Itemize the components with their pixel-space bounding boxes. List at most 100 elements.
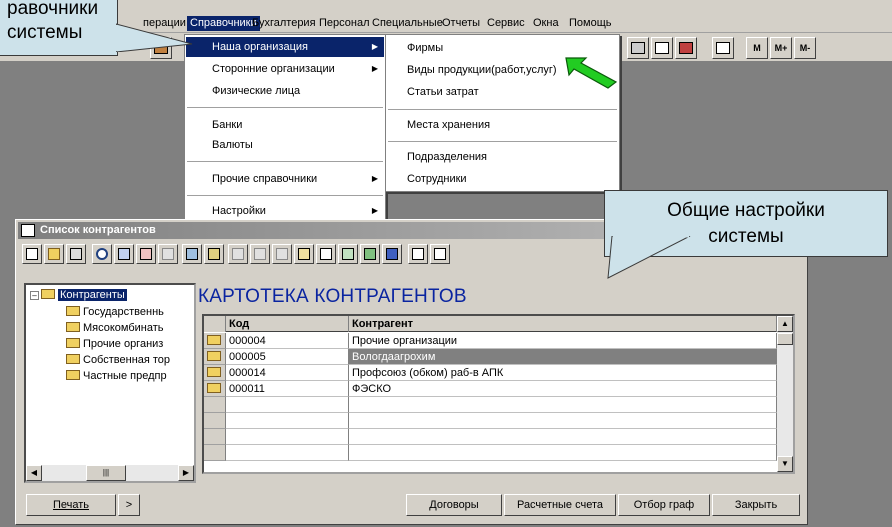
tree-horizontal-scrollbar[interactable]: ◀ ||| ▶	[26, 465, 194, 481]
menu-personnel[interactable]: Персонал	[316, 16, 373, 31]
scroll-down-button[interactable]: ▼	[777, 456, 793, 472]
menu-item-our-organization[interactable]: Наша организация ▶	[186, 37, 384, 57]
menu-item-banks[interactable]: Банки	[186, 115, 384, 135]
menu-item-currencies[interactable]: Валюты	[186, 135, 384, 155]
cell-name[interactable]: Вологдаагрохим	[349, 349, 777, 365]
memory-add-button[interactable]: M+	[770, 37, 792, 59]
calendar-button[interactable]	[651, 37, 673, 59]
folder-icon	[66, 370, 80, 380]
display-button[interactable]	[382, 244, 402, 264]
submenu-item-departments[interactable]: Подразделения	[387, 147, 487, 167]
find-button[interactable]	[92, 244, 112, 264]
forward-button[interactable]	[250, 244, 270, 264]
column-code[interactable]: Код	[226, 316, 349, 332]
move-button[interactable]	[182, 244, 202, 264]
empty-cell	[349, 429, 777, 445]
menu-reports[interactable]: Отчеты	[439, 16, 483, 31]
row-indicator	[204, 413, 226, 429]
menu-windows[interactable]: Окна	[530, 16, 562, 31]
submenu-item-cost-items[interactable]: Статьи затрат	[387, 82, 479, 102]
cell-name[interactable]: Прочие организации	[349, 333, 777, 349]
submenu-item-storage-places[interactable]: Места хранения	[387, 115, 490, 135]
folder-icon	[207, 367, 221, 377]
submenu-item-firms[interactable]: Фирмы	[387, 38, 443, 58]
menu-item-settings[interactable]: Настройки ▶	[186, 201, 384, 221]
edit-button[interactable]	[66, 244, 86, 264]
header-indicator	[204, 316, 226, 332]
book-button[interactable]	[712, 37, 734, 59]
tree-item[interactable]: Частные предпр	[66, 368, 167, 384]
tree-button[interactable]	[360, 244, 380, 264]
new-record-button[interactable]	[22, 244, 42, 264]
cell-name[interactable]: ФЭСКО	[349, 381, 777, 397]
tree-item[interactable]: Прочие организ	[66, 336, 163, 352]
grid-vertical-scrollbar[interactable]: ▲ ▼	[777, 316, 793, 472]
callout-pointer	[607, 236, 691, 279]
column-counterparty[interactable]: Контрагент	[349, 316, 777, 332]
calendar-icon	[655, 42, 669, 54]
merge-button[interactable]	[204, 244, 224, 264]
more-button[interactable]: >	[118, 494, 140, 516]
tree-icon	[364, 248, 376, 260]
scroll-right-button[interactable]: ▶	[178, 465, 194, 481]
memory-subtract-button[interactable]: M-	[794, 37, 816, 59]
submenu-item-employees[interactable]: Сотрудники	[387, 169, 467, 189]
filter-button[interactable]	[272, 244, 292, 264]
memory-button[interactable]: M	[746, 37, 768, 59]
submenu-item-products[interactable]: Виды продукции(работ,услуг)	[387, 60, 557, 80]
open-folder-button[interactable]	[44, 244, 64, 264]
help-button[interactable]	[408, 244, 428, 264]
scroll-up-button[interactable]: ▲	[777, 316, 793, 332]
tree-item[interactable]: Мясокомбинать	[66, 320, 164, 336]
refresh-button[interactable]	[228, 244, 248, 264]
contracts-button[interactable]: Договоры	[406, 494, 502, 516]
scroll-left-button[interactable]: ◀	[26, 465, 42, 481]
scroll-thumb[interactable]: |||	[86, 465, 126, 481]
delete-row-button[interactable]	[136, 244, 156, 264]
merge-icon	[208, 248, 220, 260]
calculator-button[interactable]	[627, 37, 649, 59]
bank-accounts-button[interactable]: Расчетные счета	[504, 494, 616, 516]
pointer-help-icon	[434, 248, 446, 260]
cell-code[interactable]: 000011	[226, 381, 349, 397]
menu-separator	[187, 161, 383, 162]
empty-cell	[226, 429, 349, 445]
context-help-button[interactable]	[430, 244, 450, 264]
scroll-thumb[interactable]	[777, 333, 793, 345]
refresh-icon	[232, 248, 244, 260]
menu-accounting[interactable]: Бухгалтерия	[249, 16, 319, 31]
folder-icon	[66, 322, 80, 332]
menu-item-individuals[interactable]: Физические лица	[186, 81, 384, 101]
menu-item-other-directories[interactable]: Прочие справочники ▶	[186, 169, 384, 189]
tree-item[interactable]: Государственнь	[66, 304, 164, 320]
menu-service[interactable]: Сервис	[484, 16, 528, 31]
wizard-button[interactable]	[675, 37, 697, 59]
cell-code[interactable]: 000005	[226, 349, 349, 365]
copy-row-button[interactable]	[158, 244, 178, 264]
add-row-button[interactable]	[114, 244, 134, 264]
cell-code[interactable]: 000004	[226, 333, 349, 349]
card-title: КАРТОТЕКА КОНТРАГЕНТОВ	[198, 286, 467, 307]
report-button[interactable]	[338, 244, 358, 264]
empty-cell	[226, 445, 349, 461]
menu-help[interactable]: Помощь	[566, 16, 615, 31]
edit-icon	[70, 248, 82, 260]
callout-directories: равочники системы	[0, 0, 118, 56]
document-button[interactable]	[316, 244, 336, 264]
tree-item[interactable]: Собственная тор	[66, 352, 170, 368]
search-icon	[96, 248, 108, 260]
copy-icon	[162, 248, 174, 260]
book-icon	[716, 42, 730, 54]
duplicate-button[interactable]	[294, 244, 314, 264]
column-filter-button[interactable]: Отбор граф	[618, 494, 710, 516]
cell-name[interactable]: Профсоюз (обком) раб-в АПК	[349, 365, 777, 381]
tree-root[interactable]: – Контрагенты	[30, 287, 127, 303]
cell-code[interactable]: 000014	[226, 365, 349, 381]
menu-special[interactable]: Специальные	[369, 16, 446, 31]
folder-icon	[48, 248, 60, 260]
menu-item-external-orgs[interactable]: Сторонние организации ▶	[186, 59, 384, 79]
document-icon	[320, 248, 332, 260]
close-button[interactable]: Закрыть	[712, 494, 800, 516]
print-button[interactable]: Печать	[26, 494, 116, 516]
directories-menu: Наша организация ▶ Сторонние организации ▶…	[184, 34, 386, 226]
